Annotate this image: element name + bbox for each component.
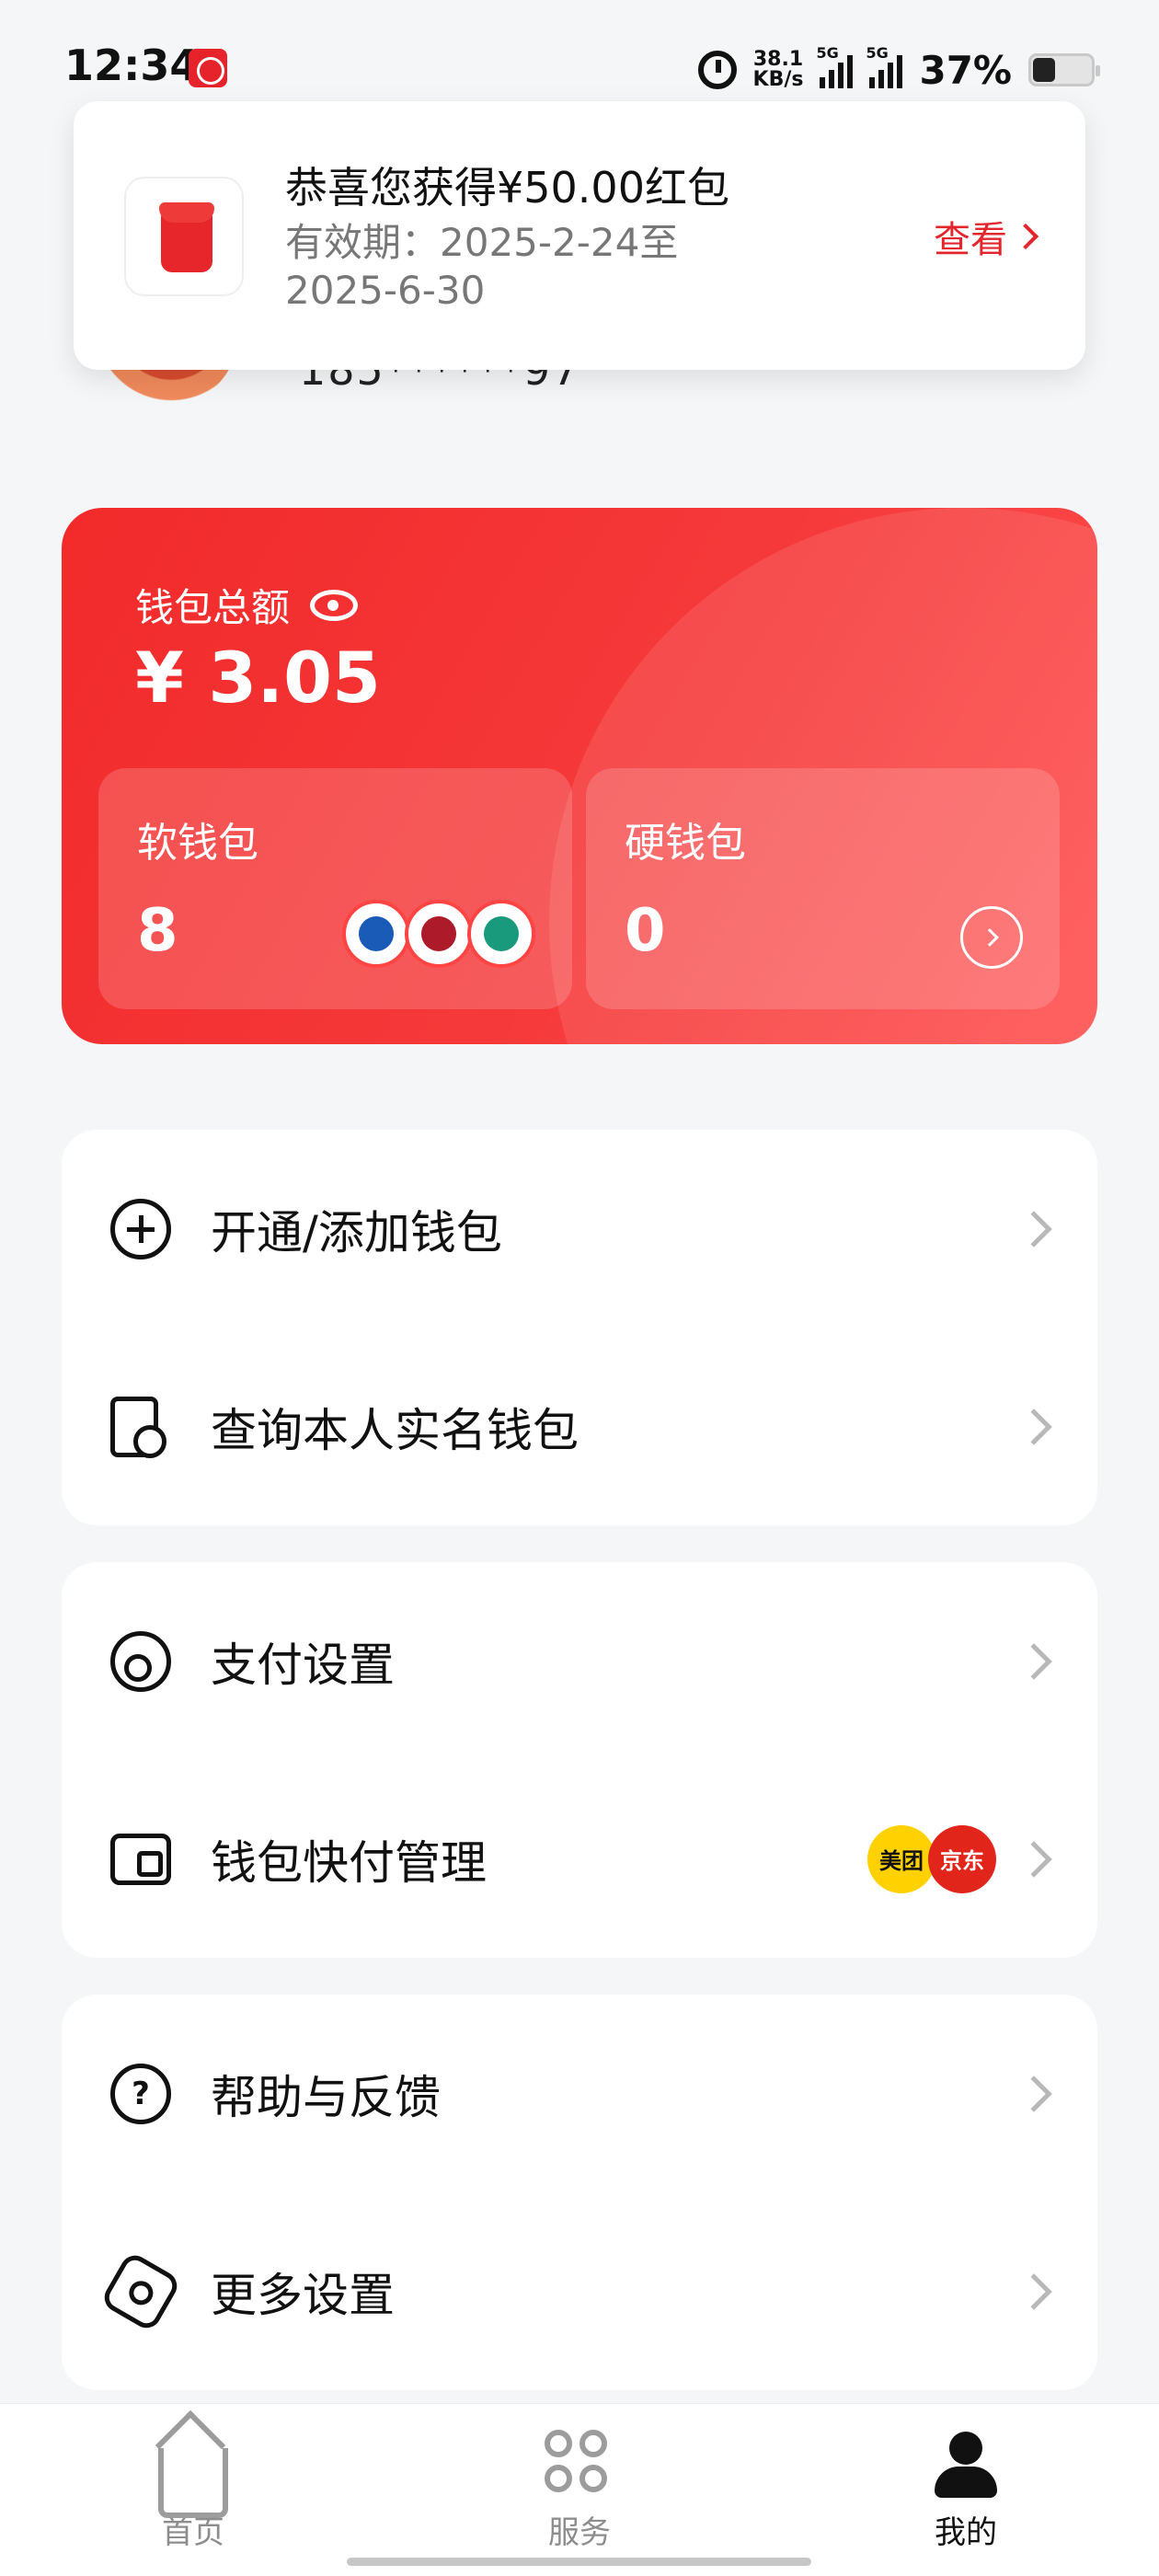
partner-logos: 美团 京东 xyxy=(867,1824,996,1893)
home-icon xyxy=(158,2448,228,2518)
document-search-icon xyxy=(110,1396,166,1458)
menu-query-realname-wallet[interactable]: 查询本人实名钱包 xyxy=(62,1328,1097,1525)
signal-icon-2: 5G xyxy=(866,44,903,88)
home-indicator[interactable] xyxy=(347,2558,811,2566)
ecny-app-icon xyxy=(189,49,227,87)
soft-wallet-card[interactable]: 软钱包 8 xyxy=(98,768,572,1009)
hard-wallet-card[interactable]: 硬钱包 0 xyxy=(586,768,1060,1009)
nav-mine[interactable]: 我的 xyxy=(874,2430,1058,2552)
wallet-icon xyxy=(110,1833,171,1885)
menu-open-add-wallet[interactable]: 开通/添加钱包 xyxy=(62,1130,1097,1328)
alarm-icon xyxy=(697,51,737,89)
notification-title: 恭喜您获得¥50.00红包 xyxy=(285,163,729,213)
menu-wallet-quickpay[interactable]: 钱包快付管理 美团 京东 xyxy=(62,1760,1097,1958)
nav-home[interactable]: 首页 xyxy=(101,2430,285,2552)
chevron-right-icon xyxy=(1016,2272,1052,2310)
redpacket-notification[interactable]: 恭喜您获得¥50.00红包 有效期：2025-2-24至2025-6-30 查看 xyxy=(74,101,1085,370)
status-icons: 38.1 KB/s 5G 5G 37% xyxy=(697,44,1100,96)
status-time: 12:34 xyxy=(64,40,200,90)
battery-percent: 37% xyxy=(919,47,1012,93)
bottom-nav: 首页 服务 我的 xyxy=(0,2403,1159,2576)
redpacket-icon-box xyxy=(124,177,244,296)
menu-help-feedback[interactable]: ? 帮助与反馈 xyxy=(62,1995,1097,2192)
view-button[interactable]: 查看 xyxy=(934,210,1039,263)
wallet-menu-group: 开通/添加钱包 查询本人实名钱包 xyxy=(62,1130,1097,1525)
chevron-right-icon xyxy=(1016,1210,1052,1248)
abc-icon xyxy=(467,900,535,968)
boc-icon xyxy=(405,900,473,968)
menu-more-settings[interactable]: 更多设置 xyxy=(62,2192,1097,2390)
coins-icon xyxy=(110,1630,171,1692)
notification-validity: 有效期：2025-2-24至2025-6-30 xyxy=(285,220,679,313)
arrow-right-icon[interactable] xyxy=(960,906,1023,969)
wallet-total-label: 钱包总额 xyxy=(135,577,359,633)
hard-wallet-label: 硬钱包 xyxy=(625,820,746,867)
payment-menu-group: 支付设置 钱包快付管理 美团 京东 xyxy=(62,1562,1097,1958)
chevron-right-icon xyxy=(1012,223,1039,250)
settings-icon xyxy=(98,2249,183,2333)
bank-logos xyxy=(342,900,535,968)
services-grid-icon xyxy=(545,2430,614,2500)
ccb-icon xyxy=(342,900,410,968)
network-speed: 38.1 KB/s xyxy=(752,48,804,91)
eye-icon[interactable] xyxy=(310,589,359,621)
chevron-right-icon xyxy=(1016,1408,1052,1445)
settings-menu-group: ? 帮助与反馈 更多设置 xyxy=(62,1995,1097,2390)
menu-payment-settings[interactable]: 支付设置 xyxy=(62,1562,1097,1760)
battery-icon xyxy=(1028,53,1100,86)
person-icon xyxy=(931,2430,1001,2500)
redpacket-icon xyxy=(159,202,214,272)
jd-logo: 京东 xyxy=(928,1824,996,1893)
chevron-right-icon xyxy=(1016,2075,1052,2112)
wallet-card[interactable]: 钱包总额 ¥ 3.05 软钱包 8 硬钱包 0 xyxy=(62,508,1097,1044)
nav-services[interactable]: 服务 xyxy=(488,2430,671,2552)
soft-wallet-count: 8 xyxy=(137,897,178,965)
plus-circle-icon xyxy=(110,1198,171,1259)
soft-wallet-label: 软钱包 xyxy=(137,820,258,867)
meituan-logo: 美团 xyxy=(867,1824,935,1893)
signal-icon: 5G xyxy=(816,44,854,88)
chevron-right-icon xyxy=(1016,1642,1052,1680)
wallet-total-value: ¥ 3.05 xyxy=(135,637,381,719)
hard-wallet-count: 0 xyxy=(625,897,666,965)
help-icon: ? xyxy=(110,2063,171,2124)
chevron-right-icon xyxy=(1016,1840,1052,1878)
